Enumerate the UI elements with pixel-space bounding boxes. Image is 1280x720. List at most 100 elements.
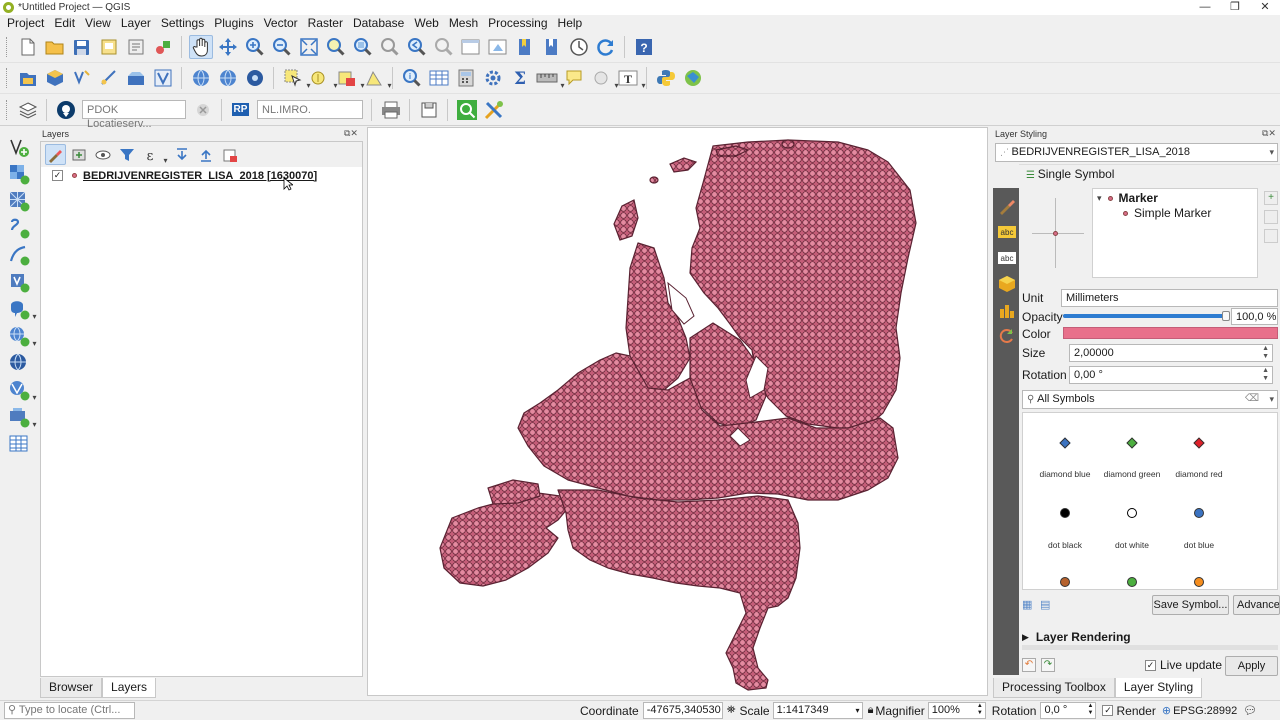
opacity-slider[interactable] bbox=[1063, 311, 1230, 321]
zoom-last-icon[interactable] bbox=[405, 35, 429, 59]
add-virtual-layer-icon[interactable] bbox=[7, 270, 31, 294]
rotation-spinbox[interactable]: 0,00 ° ▲ ▼ bbox=[1069, 366, 1273, 384]
spin-arrows-icon[interactable]: ▲ ▼ bbox=[1262, 367, 1269, 383]
filter-by-expression-icon[interactable]: ε bbox=[141, 144, 168, 166]
open-project-icon[interactable] bbox=[43, 35, 67, 59]
add-vector-tile-layer-icon[interactable] bbox=[7, 405, 37, 429]
data-source-manager-icon[interactable] bbox=[16, 66, 40, 90]
python-console-icon[interactable] bbox=[654, 66, 678, 90]
statistics-icon[interactable]: Σ bbox=[508, 66, 532, 90]
new-print-layout-icon[interactable] bbox=[97, 35, 121, 59]
menu-raster[interactable]: Raster bbox=[303, 15, 348, 32]
create-layer-from-table-icon[interactable] bbox=[7, 432, 31, 456]
crs-label[interactable]: EPSG:28992 bbox=[1173, 705, 1237, 717]
menu-help[interactable]: Help bbox=[553, 15, 588, 32]
add-mesh-layer-icon[interactable] bbox=[7, 189, 31, 213]
new-geopackage-icon[interactable] bbox=[43, 66, 67, 90]
render-checkbox[interactable]: ✓ bbox=[1102, 705, 1114, 716]
styling-panel-float-icon[interactable]: ⧉✕ bbox=[1262, 128, 1276, 139]
remove-symbol-layer-icon[interactable] bbox=[1264, 210, 1278, 224]
new-shapefile-icon[interactable] bbox=[70, 66, 94, 90]
annotation-icon[interactable] bbox=[589, 66, 619, 90]
new-spatial-bookmark-icon[interactable] bbox=[513, 35, 537, 59]
advanced-button[interactable]: Advance bbox=[1233, 595, 1280, 615]
menu-database[interactable]: Database bbox=[348, 15, 409, 32]
processing-toolbox-icon[interactable] bbox=[481, 66, 505, 90]
clear-search-icon[interactable]: ⌫ bbox=[1245, 391, 1259, 407]
rotation-spinbox-status[interactable]: 0,0 ° ▲ ▼ bbox=[1040, 702, 1097, 719]
toolbar-grip[interactable] bbox=[6, 99, 10, 120]
size-spinbox[interactable]: 2,00000 ▲ ▼ bbox=[1069, 344, 1273, 362]
plugin-tools-icon[interactable] bbox=[482, 98, 506, 122]
masks-tab-icon[interactable]: abc bbox=[997, 248, 1016, 267]
layers-panel-float-icon[interactable]: ⧉✕ bbox=[344, 128, 358, 139]
symbology-tab-icon[interactable] bbox=[997, 196, 1016, 215]
help-icon[interactable]: ? bbox=[632, 35, 656, 59]
symbol-item[interactable]: diamond red bbox=[1159, 437, 1239, 479]
live-update-toggle[interactable]: ✓ Live update bbox=[1145, 658, 1222, 672]
ruimtelijke-plannen-badge[interactable]: RP bbox=[229, 98, 253, 122]
imro-plan-input[interactable]: NL.IMRO. bbox=[257, 100, 363, 119]
add-wcs-layer-icon[interactable] bbox=[243, 66, 267, 90]
symbol-item[interactable] bbox=[1159, 577, 1239, 589]
close-button[interactable]: ✕ bbox=[1250, 0, 1280, 15]
open-field-calculator-vector-icon[interactable] bbox=[151, 66, 175, 90]
zoom-next-icon[interactable] bbox=[432, 35, 456, 59]
open-layer-styling-icon[interactable] bbox=[44, 144, 66, 165]
toolbar-grip[interactable] bbox=[6, 37, 10, 57]
tab-browser[interactable]: Browser bbox=[40, 678, 103, 698]
print-icon[interactable] bbox=[379, 98, 403, 122]
add-group-icon[interactable] bbox=[69, 144, 90, 165]
3d-view-tab-icon[interactable] bbox=[997, 274, 1016, 293]
filter-legend-icon[interactable] bbox=[117, 144, 138, 165]
pdok-locator-input[interactable]: PDOK Locatieserv... bbox=[82, 100, 186, 130]
zoom-in-icon[interactable] bbox=[243, 35, 267, 59]
symbols-search[interactable]: ⚲ All Symbols ⌫ ▾ bbox=[1022, 390, 1278, 409]
coordinate-input[interactable]: -47675,340530 bbox=[642, 702, 723, 719]
save-symbol-button[interactable]: Save Symbol... bbox=[1152, 595, 1229, 615]
apply-button[interactable]: Apply bbox=[1225, 656, 1278, 676]
open-attribute-table-icon[interactable] bbox=[427, 66, 451, 90]
undo-icon[interactable]: ↶ bbox=[1022, 658, 1036, 672]
menu-project[interactable]: Project bbox=[2, 15, 49, 32]
add-wfs-layer-icon[interactable] bbox=[7, 378, 37, 402]
chevron-down-icon[interactable]: ▾ bbox=[1269, 391, 1274, 407]
pdok-clear-icon[interactable] bbox=[191, 98, 215, 122]
styling-scrollbar[interactable] bbox=[1022, 645, 1278, 650]
styling-layer-combo[interactable]: ⋰ BEDRIJVENREGISTER_LISA_2018 ▾ bbox=[995, 143, 1278, 162]
add-wms-wmts-layer-icon[interactable] bbox=[7, 324, 37, 348]
menu-mesh[interactable]: Mesh bbox=[444, 15, 483, 32]
add-vector-layer-icon[interactable] bbox=[7, 135, 31, 159]
scale-combo[interactable]: 1:1417349 ▾ bbox=[772, 702, 863, 719]
zoom-native-icon[interactable] bbox=[378, 35, 402, 59]
layer-panel-toggle-icon[interactable] bbox=[16, 98, 40, 122]
menu-web[interactable]: Web bbox=[409, 15, 443, 32]
unit-combo[interactable]: Millimeters bbox=[1061, 289, 1278, 307]
tab-layer-styling[interactable]: Layer Styling bbox=[1114, 678, 1203, 698]
expand-all-icon[interactable] bbox=[171, 144, 192, 165]
collapse-all-icon[interactable] bbox=[195, 144, 216, 165]
tab-processing-toolbox[interactable]: Processing Toolbox bbox=[993, 678, 1115, 698]
identify-features-icon[interactable]: i bbox=[400, 66, 424, 90]
magnifier-spinbox[interactable]: 100% ▲ ▼ bbox=[927, 702, 986, 719]
redo-icon[interactable]: ↷ bbox=[1041, 658, 1055, 672]
live-update-checkbox[interactable]: ✓ bbox=[1145, 659, 1156, 671]
layout-manager-icon[interactable] bbox=[124, 35, 148, 59]
manage-map-themes-icon[interactable] bbox=[93, 144, 114, 165]
zoom-to-layer-icon[interactable] bbox=[351, 35, 375, 59]
spin-arrows-icon[interactable]: ▲ ▼ bbox=[1262, 345, 1269, 361]
menu-plugins[interactable]: Plugins bbox=[209, 15, 258, 32]
deselect-features-icon[interactable] bbox=[335, 66, 365, 90]
menu-view[interactable]: View bbox=[80, 15, 116, 32]
new-project-icon[interactable] bbox=[16, 35, 40, 59]
map-tips-icon[interactable] bbox=[562, 66, 586, 90]
style-manager-icon[interactable] bbox=[151, 35, 175, 59]
zoom-to-selection-icon[interactable] bbox=[324, 35, 348, 59]
maximize-button[interactable]: ❐ bbox=[1220, 0, 1250, 15]
layer-tree-item[interactable]: ✓ BEDRIJVENREGISTER_LISA_2018 [1630070] bbox=[52, 168, 317, 183]
lock-symbol-layer-icon[interactable] bbox=[1264, 229, 1278, 243]
tab-layers[interactable]: Layers bbox=[102, 678, 157, 698]
map-canvas[interactable] bbox=[367, 127, 988, 696]
temporal-controller-icon[interactable] bbox=[567, 35, 591, 59]
select-by-value-icon[interactable] bbox=[308, 66, 338, 90]
